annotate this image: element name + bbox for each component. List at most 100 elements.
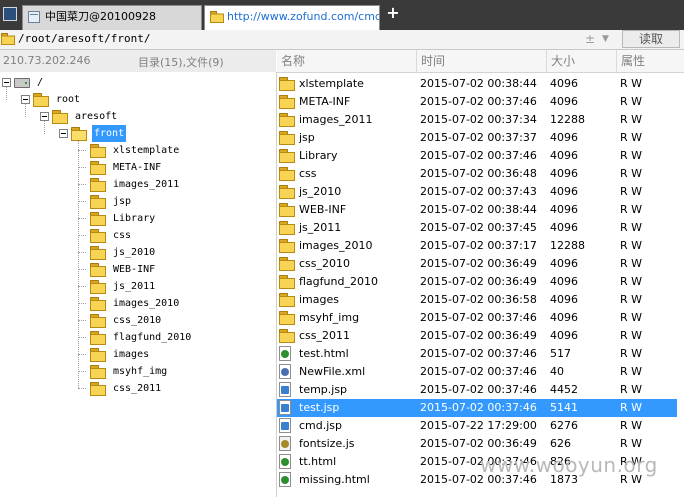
file-row[interactable]: cmd.jsp 2015-07-22 17:29:00 6276 R W [277,417,677,435]
tree-node-label[interactable]: css [111,227,133,244]
file-name: Library [299,149,338,162]
drive-icon [14,75,30,88]
tree-node-label[interactable]: flagfund_2010 [111,329,193,346]
new-tab-plus-icon[interactable]: + [386,5,400,21]
tree-collapse-toggle[interactable] [59,129,68,138]
file-row[interactable]: fontsize.js 2015-07-02 00:36:49 626 R W [277,435,677,453]
file-row[interactable]: images_2011 2015-07-02 00:37:34 12288 R W [277,111,677,129]
tree-node-label[interactable]: images_2010 [111,295,181,312]
tree-node-label[interactable]: js_2010 [111,244,157,261]
plus-minus-icon[interactable]: ± [585,31,595,47]
header-time[interactable]: 时间 [417,50,547,72]
tree-node-label[interactable]: META-INF [111,159,163,176]
file-row[interactable]: temp.jsp 2015-07-02 00:37:46 4452 R W [277,381,677,399]
file-time: 2015-07-02 00:37:46 [420,365,537,378]
file-row[interactable]: js_2011 2015-07-02 00:37:45 4096 R W [277,219,677,237]
tab-url[interactable]: http://www.zofund.com/cmd.... [204,5,380,30]
file-row[interactable]: NewFile.xml 2015-07-02 00:37:46 40 R W [277,363,677,381]
file-row[interactable]: css 2015-07-02 00:36:48 4096 R W [277,165,677,183]
tree-connector [78,218,86,219]
path-bar: /root/aresoft/front/ ± ▼ 读取 [0,30,684,50]
file-row[interactable]: images 2015-07-02 00:36:58 4096 R W [277,291,677,309]
tree-node-label[interactable]: root [54,91,82,108]
file-row[interactable]: Library 2015-07-02 00:37:46 4096 R W [277,147,677,165]
tree-node-label[interactable]: js_2011 [111,278,157,295]
tree-connector [78,167,86,168]
file-row[interactable]: flagfund_2010 2015-07-02 00:36:49 4096 R W [277,273,677,291]
tree-node-label[interactable]: / [35,74,45,91]
file-name: missing.html [299,473,370,486]
header-size[interactable]: 大小 [547,50,617,72]
file-row[interactable]: jsp 2015-07-02 00:37:37 4096 R W [277,129,677,147]
tree-node-label[interactable]: aresoft [73,108,119,125]
file-name: flagfund_2010 [299,275,378,288]
folder-icon [90,381,106,396]
folder-icon [90,194,106,209]
tree-node-label[interactable]: images_2011 [111,176,181,193]
file-attr: R W [620,293,643,306]
directory-tree[interactable]: / root aresoft front xlstemplate META-INF imag… [0,72,277,497]
tree-node-label[interactable]: msyhf_img [111,363,169,380]
file-row[interactable]: xlstemplate 2015-07-02 00:38:44 4096 R W [277,75,677,93]
file-size: 4096 [550,221,578,234]
file-row[interactable]: msyhf_img 2015-07-02 00:37:46 4096 R W [277,309,677,327]
tree-node-label[interactable]: images [111,346,151,363]
file-row[interactable]: WEB-INF 2015-07-02 00:38:44 4096 R W [277,201,677,219]
file-name: js_2010 [299,185,342,198]
tree-node-label[interactable]: WEB-INF [111,261,157,278]
tree-node-label[interactable]: front [92,125,127,142]
tree-node-label[interactable]: xlstemplate [111,142,181,159]
file-size: 12288 [550,239,585,252]
tree-connector [44,121,45,134]
file-size: 4096 [550,311,578,324]
folder-icon [90,364,106,379]
folder-icon [90,262,106,277]
file-name: cmd.jsp [299,419,343,432]
file-time: 2015-07-02 00:36:49 [420,329,537,342]
tree-connector [78,252,86,253]
file-row[interactable]: images_2010 2015-07-02 00:37:17 12288 R W [277,237,677,255]
folder-icon [90,330,106,345]
file-attr: R W [620,401,643,414]
file-row[interactable]: test.html 2015-07-02 00:37:46 517 R W [277,345,677,363]
header-attr[interactable]: 属性 [617,50,684,72]
file-row[interactable]: test.jsp 2015-07-02 00:37:46 5141 R W [277,399,677,417]
file-row[interactable]: css_2010 2015-07-02 00:36:49 4096 R W [277,255,677,273]
folder-icon [279,220,295,235]
file-name: NewFile.xml [299,365,366,378]
tree-node-label[interactable]: Library [111,210,157,227]
tree-node-label[interactable]: css_2010 [111,312,163,329]
file-size: 626 [550,437,571,450]
tab-folder-icon [210,11,224,23]
tab-bar: 中国菜刀@20100928 http://www.zofund.com/cmd.… [0,0,684,30]
file-size: 6276 [550,419,578,432]
file-attr: R W [620,437,643,450]
server-ip: 210.73.202.246 [3,54,91,67]
file-row[interactable]: META-INF 2015-07-02 00:37:46 4096 R W [277,93,677,111]
file-row[interactable]: js_2010 2015-07-02 00:37:43 4096 R W [277,183,677,201]
tree-collapse-toggle[interactable] [21,95,30,104]
file-row[interactable]: css_2011 2015-07-02 00:36:49 4096 R W [277,327,677,345]
dir-file-summary: 目录(15),文件(9) [138,56,224,69]
folder-icon [279,238,295,253]
file-list-header: 名称 时间 大小 属性 [277,50,684,73]
tree-node-label[interactable]: css_2011 [111,380,163,397]
read-button[interactable]: 读取 [622,30,680,48]
tree-collapse-toggle[interactable] [2,78,11,87]
file-attr: R W [620,77,643,90]
file-list[interactable]: 名称 时间 大小 属性 xlstemplate 2015-07-02 00:38:… [277,50,684,497]
tree-connector [78,388,86,389]
dropdown-arrow-icon[interactable]: ▼ [602,31,609,47]
tree-node-label[interactable]: jsp [111,193,133,210]
file-attr: R W [620,131,643,144]
tree-collapse-toggle[interactable] [40,112,49,121]
path-input[interactable]: /root/aresoft/front/ [18,31,578,47]
file-time: 2015-07-02 00:38:44 [420,77,537,90]
tab-main[interactable]: 中国菜刀@20100928 [22,5,202,30]
file-attr: R W [620,167,643,180]
header-name[interactable]: 名称 [277,50,417,72]
file-time: 2015-07-02 00:37:46 [420,95,537,108]
file-size: 4096 [550,257,578,270]
file-size: 4096 [550,149,578,162]
folder-icon [279,310,295,325]
